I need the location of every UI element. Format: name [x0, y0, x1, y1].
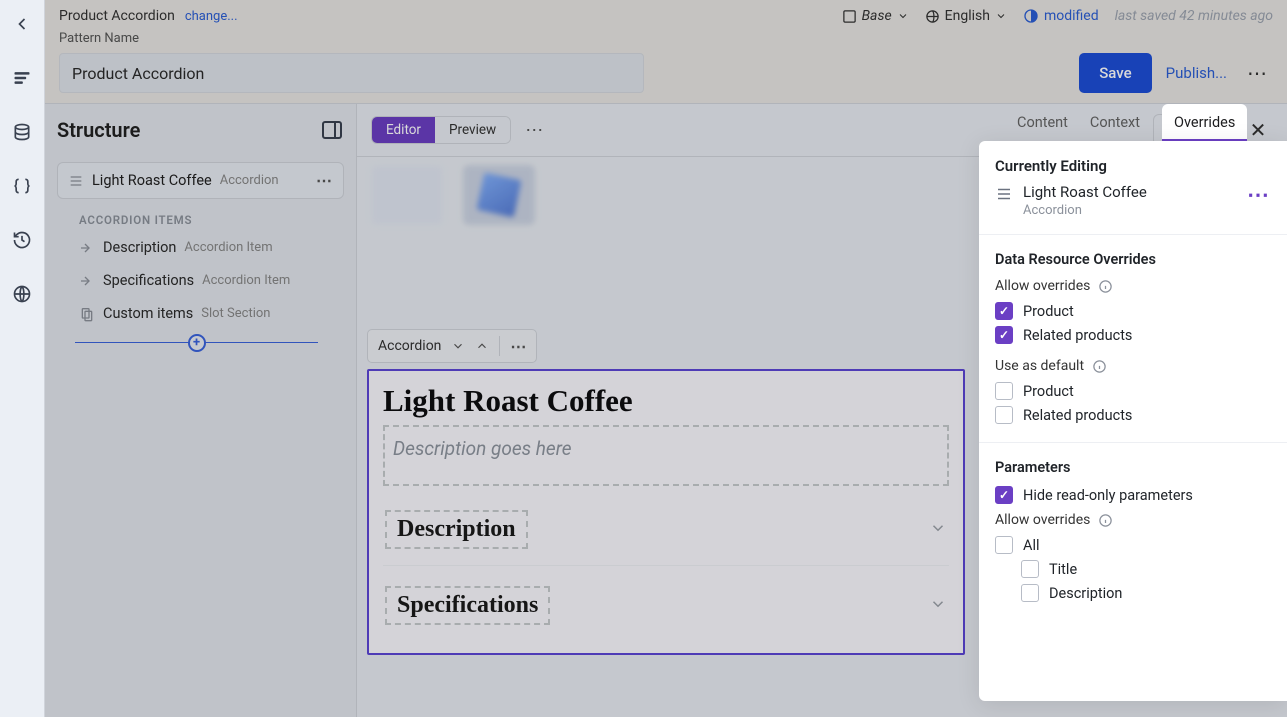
checkbox-override-product[interactable]: Product [995, 302, 1271, 320]
checkbox-override-related[interactable]: Related products [995, 326, 1271, 344]
chevron-down-icon[interactable] [451, 339, 465, 353]
accordion-row-description[interactable]: Description [383, 504, 949, 566]
tree-item-specifications[interactable]: Specifications Accordion Item [57, 264, 344, 297]
overrides-panel: Currently Editing Light Roast Coffee Acc… [979, 141, 1287, 701]
checkbox-all[interactable]: All [995, 536, 1271, 554]
tree-root[interactable]: Light Roast Coffee Accordion ⋯ [57, 162, 344, 199]
checkbox-title[interactable]: Title [995, 560, 1271, 578]
params-allow-overrides-label: Allow overrides [995, 512, 1271, 528]
accordion-breadcrumb[interactable]: Accordion ⋯ [367, 329, 537, 363]
parameters-title: Parameters [995, 459, 1271, 476]
pattern-name-input[interactable] [59, 53, 644, 93]
header-more-icon[interactable]: ⋯ [1241, 57, 1273, 89]
current-component-type: Accordion [1023, 203, 1147, 218]
braces-rail-icon[interactable] [8, 172, 36, 200]
info-icon[interactable] [1098, 279, 1113, 294]
header: Product Accordion change... Base English… [45, 0, 1287, 103]
overrides-more-icon[interactable]: ⋯ [1247, 183, 1271, 208]
tree-root-more-icon[interactable]: ⋯ [316, 171, 333, 190]
change-link[interactable]: change... [185, 9, 238, 24]
toolbar-more-icon[interactable]: ⋯ [525, 120, 543, 141]
chevron-down-icon [929, 595, 947, 617]
plus-icon[interactable]: + [188, 334, 206, 352]
editor-preview-segment: Editor Preview [371, 116, 511, 144]
last-saved-text: last saved 42 minutes ago [1115, 8, 1273, 24]
tree-item-custom[interactable]: Custom items Slot Section [57, 297, 344, 330]
tab-editor[interactable]: Editor [372, 117, 435, 143]
structure-title: Structure [57, 118, 140, 142]
allow-overrides-label: Allow overrides [995, 278, 1271, 294]
current-component-name: Light Roast Coffee [1023, 183, 1147, 201]
use-default-label: Use as default [995, 358, 1271, 374]
base-selector[interactable]: Base [842, 8, 909, 24]
product-title: Product Accordion [59, 8, 175, 24]
collapse-icon[interactable] [8, 10, 36, 38]
currently-editing-title: Currently Editing [995, 157, 1271, 175]
language-selector[interactable]: English [925, 8, 1007, 24]
panel-toggle-icon[interactable] [320, 118, 344, 142]
tab-context[interactable]: Context [1090, 114, 1140, 141]
checkbox-hide-readonly[interactable]: Hide read-only parameters [995, 486, 1271, 504]
chevron-up-icon[interactable] [475, 339, 489, 353]
structure-panel: Structure Light Roast Coffee Accordion ⋯… [45, 104, 357, 717]
tab-preview[interactable]: Preview [435, 117, 510, 143]
accordion-items-group-label: ACCORDION ITEMS [79, 213, 344, 227]
save-button[interactable]: Save [1079, 53, 1151, 93]
checkbox-default-related[interactable]: Related products [995, 406, 1271, 424]
chevron-down-icon [929, 519, 947, 541]
modified-indicator: modified [1023, 8, 1099, 24]
component-heading: Light Roast Coffee [383, 383, 949, 419]
history-rail-icon[interactable] [8, 226, 36, 254]
pattern-name-label: Pattern Name [59, 31, 1273, 46]
add-item-line[interactable]: + [75, 342, 318, 343]
description-placeholder-box[interactable]: Description goes here [383, 425, 949, 486]
selected-component[interactable]: Light Roast Coffee Description goes here… [367, 369, 965, 655]
left-rail [0, 0, 45, 717]
checkbox-description[interactable]: Description [995, 584, 1271, 602]
list-icon [995, 185, 1013, 203]
right-panel-tabs: Content Context Overrides [1005, 99, 1267, 141]
accordion-row-specifications[interactable]: Specifications [383, 580, 949, 641]
globe-rail-icon[interactable] [8, 280, 36, 308]
info-icon[interactable] [1092, 359, 1107, 374]
checkbox-default-product[interactable]: Product [995, 382, 1271, 400]
publish-button[interactable]: Publish... [1166, 64, 1227, 82]
breadcrumb-more-icon[interactable]: ⋯ [510, 337, 526, 356]
tab-content[interactable]: Content [1017, 114, 1068, 141]
structure-rail-icon[interactable] [8, 64, 36, 92]
info-icon[interactable] [1098, 513, 1113, 528]
database-rail-icon[interactable] [8, 118, 36, 146]
tree-item-description[interactable]: Description Accordion Item [57, 231, 344, 264]
data-resource-overrides-title: Data Resource Overrides [995, 251, 1271, 268]
tab-overrides[interactable]: Overrides [1162, 104, 1247, 142]
